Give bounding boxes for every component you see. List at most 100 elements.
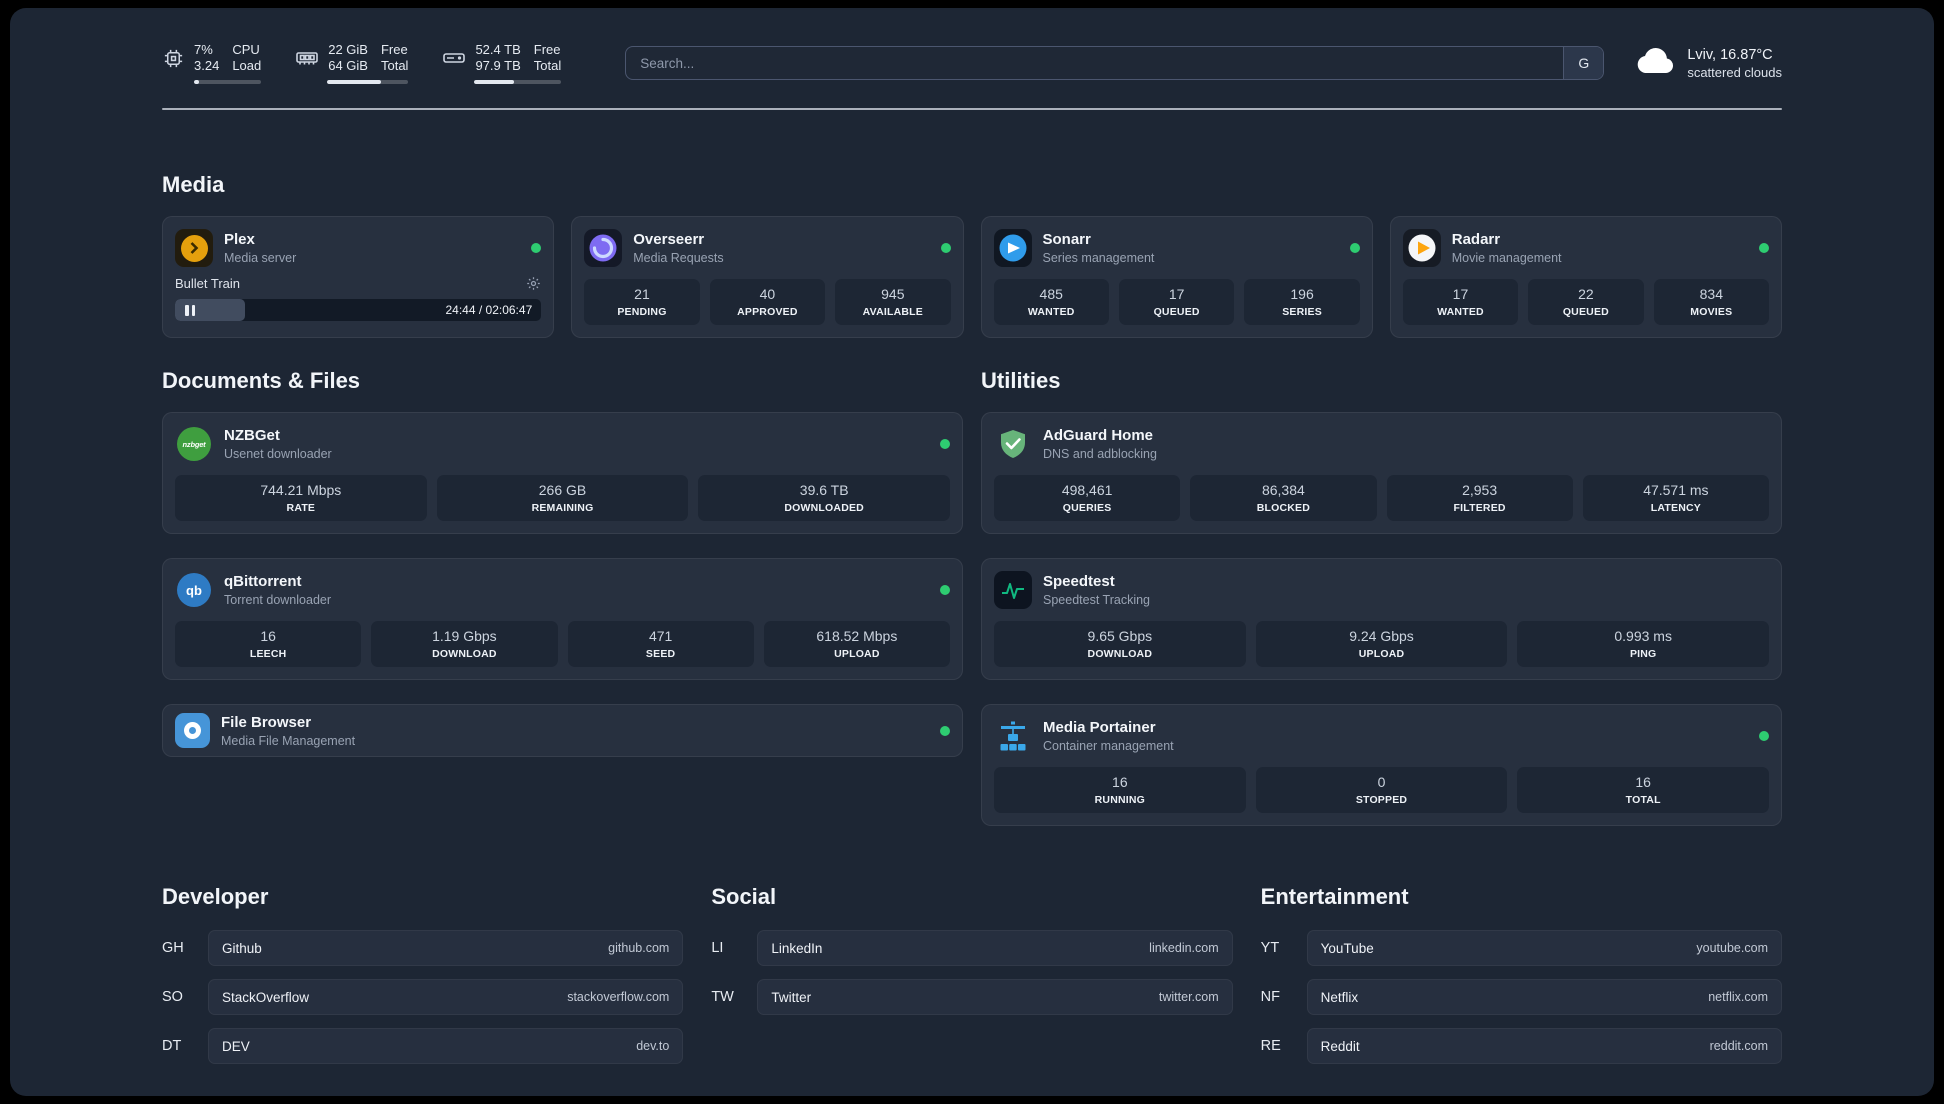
bookmark-name: LinkedIn: [771, 940, 823, 956]
stat-label: RUNNING: [1094, 794, 1146, 806]
app-subtitle: Media Requests: [633, 251, 724, 265]
bookmark-abbr: SO: [162, 989, 183, 1005]
stat-value: 266 GB: [538, 482, 587, 498]
status-dot: [1349, 243, 1360, 253]
stat-value: 40: [759, 286, 776, 302]
app-name: qBittorrent: [224, 573, 302, 590]
disk-free-value: 52.4 TB: [475, 42, 521, 57]
pause-button[interactable]: [182, 302, 198, 319]
app-name: Media Portainer: [1043, 719, 1156, 736]
bookmark-url: github.com: [608, 941, 670, 955]
sonarr-icon: [993, 229, 1032, 267]
stat-value: 9.65 Gbps: [1087, 628, 1153, 644]
disk-usage-bar: [474, 80, 562, 84]
app-card-overseerr[interactable]: Overseerr Media Requests 21 PENDING 40 A…: [571, 216, 964, 338]
app-subtitle: DNS and adblocking: [1043, 447, 1157, 461]
stat-label: LATENCY: [1650, 502, 1701, 514]
app-subtitle: Movie management: [1451, 251, 1562, 265]
stat-tile: 17 QUEUED: [1118, 279, 1235, 325]
weather-widget: Lviv, 16.87°C scattered clouds: [1634, 46, 1782, 81]
stat-label: UPLOAD: [1358, 648, 1405, 660]
stat-value: 0.993 ms: [1614, 628, 1672, 644]
memory-total-value: 64 GiB: [328, 58, 368, 73]
stat-label: STOPPED: [1355, 794, 1408, 806]
stat-tile: 498,461 QUERIES: [994, 475, 1181, 521]
stat-tile: 9.65 Gbps DOWNLOAD: [994, 621, 1246, 667]
bookmark-link-reddit[interactable]: Reddit reddit.com: [1306, 1028, 1782, 1064]
stat-label: QUEUED: [1562, 306, 1609, 318]
bookmark-abbr: GH: [162, 940, 184, 956]
section-title-documents: Documents & Files: [162, 368, 361, 393]
stat-value: 17: [1452, 286, 1469, 302]
stat-value: 0: [1377, 774, 1386, 790]
stat-tile: 16 RUNNING: [994, 767, 1246, 813]
bookmark-group-developer: Developer GH Github github.com SO StackO…: [162, 884, 684, 1077]
memory-icon: [295, 46, 319, 70]
app-card-plex[interactable]: Plex Media server Bullet Train 24:44 / 0…: [162, 216, 555, 338]
search-input[interactable]: [626, 47, 1564, 79]
bookmark-link-github[interactable]: Github github.com: [208, 930, 684, 966]
bookmark-link-twitter[interactable]: Twitter twitter.com: [757, 979, 1233, 1015]
app-name: AdGuard Home: [1043, 427, 1154, 444]
memory-free-value: 22 GiB: [328, 42, 368, 57]
stat-tile: 0 STOPPED: [1255, 767, 1508, 813]
disk-widget: 52.4 TB 97.9 TB Free Total: [442, 42, 562, 84]
stat-label: PING: [1629, 648, 1657, 660]
stat-tile: 471 SEED: [567, 621, 754, 667]
bookmark-abbr: DT: [162, 1038, 182, 1054]
bookmark-link-linkedin[interactable]: LinkedIn linkedin.com: [757, 930, 1233, 966]
bookmark-link-youtube[interactable]: YouTube youtube.com: [1306, 930, 1782, 966]
stat-tile: 47.571 ms LATENCY: [1582, 475, 1769, 521]
stat-label: TOTAL: [1625, 794, 1661, 806]
app-card-speedtest[interactable]: Speedtest Speedtest Tracking 9.65 Gbps D…: [981, 558, 1782, 680]
bookmark-url: dev.to: [636, 1039, 670, 1053]
gear-icon[interactable]: [526, 276, 541, 291]
app-card-adguard[interactable]: AdGuard Home DNS and adblocking 498,461 …: [981, 412, 1782, 534]
stat-value: 22: [1578, 286, 1594, 302]
app-card-sonarr[interactable]: Sonarr Series management 485 WANTED 17 Q…: [980, 216, 1373, 338]
bookmark-link-stackoverflow[interactable]: StackOverflow stackoverflow.com: [208, 979, 684, 1015]
app-card-radarr[interactable]: Radarr Movie management 17 WANTED 22 QUE…: [1389, 216, 1782, 338]
app-card-nzbget[interactable]: nzbget NZBGet Usenet downloader 744.21 M…: [162, 412, 963, 534]
app-card-portainer[interactable]: Media Portainer Container management 16 …: [981, 704, 1782, 826]
section-title-utilities: Utilities: [981, 368, 1061, 393]
cpu-percent: 7%: [194, 42, 213, 57]
stat-value: 17: [1168, 286, 1185, 302]
app-name: Plex: [224, 231, 255, 248]
stat-tile: 40 APPROVED: [709, 279, 826, 325]
cloud-icon: [1634, 46, 1676, 81]
stat-value: 2,953: [1462, 482, 1498, 498]
portainer-icon: [994, 717, 1032, 755]
disk-total-label: Total: [533, 58, 562, 73]
stat-value: 485: [1039, 286, 1063, 302]
bookmark-name: Reddit: [1320, 1038, 1360, 1054]
section-media: Media Plex Media server Bullet Train 24:…: [162, 172, 1782, 338]
stat-label: UPLOAD: [834, 648, 880, 660]
stat-value: 39.6 TB: [799, 482, 849, 498]
stat-label: FILTERED: [1453, 502, 1506, 514]
bookmark-url: linkedin.com: [1149, 941, 1219, 955]
app-name: Speedtest: [1043, 573, 1115, 590]
bookmark-row: GH Github github.com: [162, 930, 684, 966]
search-provider-button[interactable]: G: [1563, 47, 1604, 79]
stat-value: 196: [1290, 286, 1314, 302]
app-name: Sonarr: [1042, 231, 1091, 248]
bookmark-name: Twitter: [771, 989, 812, 1005]
bookmark-name: StackOverflow: [222, 989, 310, 1005]
dashboard: 7% 3.24 CPU Load 22 GiB 64 GiB Free Tota…: [10, 8, 1934, 1096]
app-subtitle: Speedtest Tracking: [1043, 593, 1151, 607]
radarr-icon: [1402, 229, 1441, 267]
stat-label: QUERIES: [1062, 502, 1112, 514]
app-name: File Browser: [221, 713, 312, 731]
bookmark-abbr: LI: [711, 940, 724, 956]
app-card-qbittorrent[interactable]: qb qBittorrent Torrent downloader 16 LEE…: [162, 558, 963, 680]
bookmark-link-netflix[interactable]: Netflix netflix.com: [1306, 979, 1782, 1015]
status-dot: [1759, 731, 1769, 741]
bookmark-link-dev[interactable]: DEV dev.to: [208, 1028, 684, 1064]
stat-tile: 485 WANTED: [993, 279, 1109, 325]
bookmark-row: YT YouTube youtube.com: [1261, 930, 1782, 966]
app-subtitle: Media server: [224, 251, 297, 265]
stat-label: LEECH: [249, 648, 287, 660]
app-card-filebrowser[interactable]: File Browser Media File Management: [162, 704, 963, 757]
memory-free-label: Free: [380, 42, 408, 57]
